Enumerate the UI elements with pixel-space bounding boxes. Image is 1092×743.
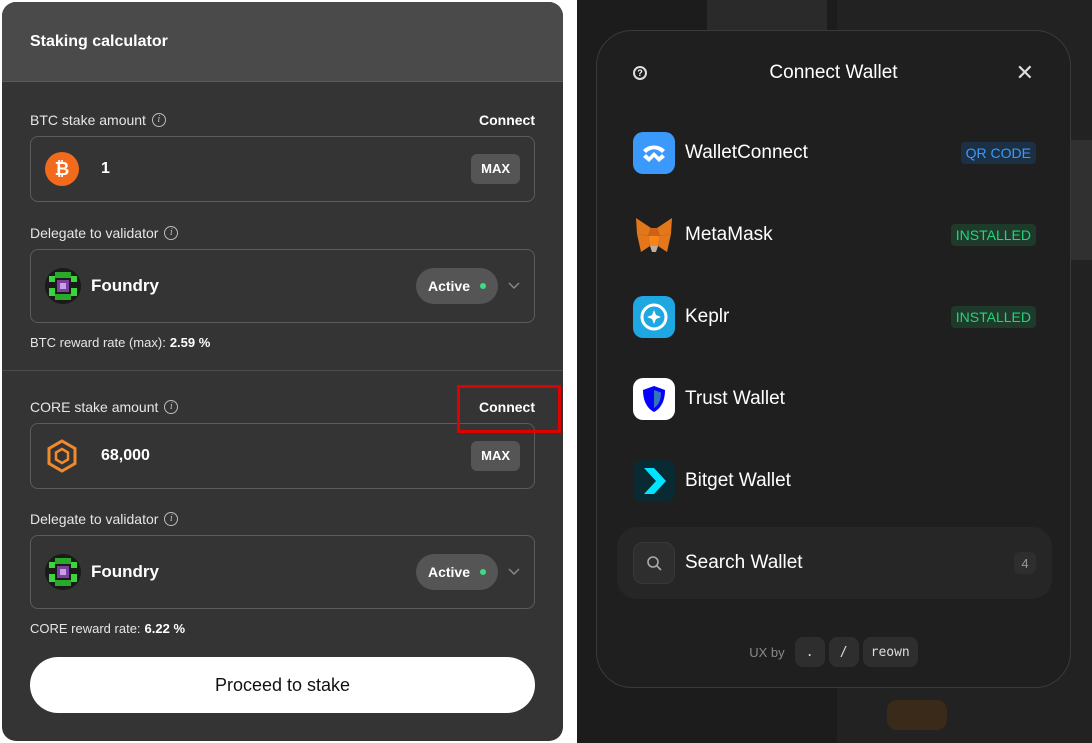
- core-section: CORE stake amount i Connect 68,000 MAX: [30, 385, 561, 489]
- foundry-avatar-icon: [45, 554, 81, 590]
- wallet-option-keplr[interactable]: Keplr INSTALLED: [617, 281, 1052, 353]
- core-validator-select[interactable]: Foundry Active: [30, 535, 535, 609]
- wallet-name: Bitget Wallet: [685, 470, 791, 491]
- status-dot-icon: [480, 283, 486, 289]
- divider: [2, 370, 563, 371]
- modal-title: Connect Wallet: [769, 62, 898, 83]
- calculator-title: Staking calculator: [30, 32, 168, 50]
- info-icon[interactable]: i: [164, 400, 179, 414]
- btc-section: BTC stake amount i Connect ₿ 1 MAX: [30, 110, 535, 202]
- connect-wallet-backdrop: ? Connect Wallet ✕ WalletConnect QR CODE: [577, 0, 1092, 743]
- core-stake-label: CORE stake amount: [30, 399, 159, 415]
- calculator-header: Staking calculator: [2, 2, 563, 82]
- wallet-option-metamask[interactable]: MetaMask INSTALLED: [617, 199, 1052, 271]
- core-delegate-label: Delegate to validator: [30, 511, 159, 527]
- wallet-option-walletconnect[interactable]: WalletConnect QR CODE: [617, 117, 1052, 189]
- core-validator-name: Foundry: [91, 562, 159, 581]
- bitcoin-icon: ₿: [45, 152, 79, 186]
- metamask-fox-icon: [633, 214, 675, 256]
- modal-footer: UX by . / reown: [597, 637, 1070, 667]
- chevron-down-icon[interactable]: [508, 565, 520, 579]
- status-badge: Active: [415, 268, 498, 304]
- wallet-name: Trust Wallet: [685, 388, 785, 409]
- btc-validator-name: Foundry: [91, 276, 159, 295]
- info-icon[interactable]: i: [164, 226, 179, 240]
- staking-calculator-panel: Staking calculator BTC stake amount i Co…: [2, 2, 563, 741]
- core-max-button[interactable]: MAX: [471, 441, 520, 471]
- core-hexagon-icon: [45, 439, 79, 473]
- status-dot-icon: [480, 569, 486, 575]
- search-icon: [633, 542, 675, 584]
- chevron-down-icon[interactable]: [508, 279, 520, 293]
- qr-code-tag: QR CODE: [960, 142, 1036, 164]
- btc-connect-button[interactable]: Connect: [479, 112, 535, 128]
- btc-delegate-section: Delegate to validator i Foundry Active B…: [30, 223, 535, 350]
- info-icon[interactable]: i: [151, 113, 166, 127]
- btc-max-button[interactable]: MAX: [471, 154, 520, 184]
- keplr-icon: [633, 296, 675, 338]
- core-amount-value[interactable]: 68,000: [101, 447, 471, 465]
- btc-reward-rate: BTC reward rate (max): 2.59 %: [30, 335, 211, 350]
- bitget-icon: [633, 460, 675, 502]
- proceed-to-stake-button[interactable]: Proceed to stake: [30, 657, 535, 713]
- btc-stake-label: BTC stake amount: [30, 112, 146, 128]
- core-delegate-section: Delegate to validator i Foundry Active C…: [30, 509, 535, 636]
- btc-amount-value[interactable]: 1: [101, 160, 471, 178]
- btc-validator-select[interactable]: Foundry Active: [30, 249, 535, 323]
- ux-by-label: UX by: [749, 644, 785, 660]
- wallet-count-badge: 4: [1014, 552, 1036, 574]
- core-reward-rate: CORE reward rate: 6.22 %: [30, 621, 186, 636]
- wallet-option-trust-wallet[interactable]: Trust Wallet: [617, 363, 1052, 435]
- reown-logo-dot[interactable]: .: [794, 637, 825, 667]
- status-label: Active: [427, 278, 470, 294]
- status-badge: Active: [415, 554, 498, 590]
- trust-shield-icon: [633, 378, 675, 420]
- search-wallet-button[interactable]: Search Wallet 4: [617, 527, 1052, 599]
- wallet-name: WalletConnect: [685, 142, 808, 163]
- reown-logo-text[interactable]: reown: [862, 637, 918, 667]
- wallet-name: MetaMask: [685, 224, 773, 245]
- wallet-name: Keplr: [685, 306, 730, 327]
- btc-delegate-label: Delegate to validator: [30, 225, 159, 241]
- installed-tag: INSTALLED: [950, 306, 1036, 328]
- core-connect-button[interactable]: Connect: [457, 385, 561, 433]
- search-wallet-label: Search Wallet: [685, 552, 803, 573]
- reown-logo-slash[interactable]: /: [828, 637, 859, 667]
- installed-tag: INSTALLED: [950, 224, 1036, 246]
- btc-amount-field[interactable]: ₿ 1 MAX: [30, 136, 535, 202]
- close-icon[interactable]: ✕: [1016, 61, 1034, 85]
- connect-wallet-modal: ? Connect Wallet ✕ WalletConnect QR CODE: [596, 30, 1071, 688]
- walletconnect-icon: [633, 132, 675, 174]
- wallet-option-bitget-wallet[interactable]: Bitget Wallet: [617, 445, 1052, 517]
- foundry-avatar-icon: [45, 268, 81, 304]
- status-label: Active: [427, 564, 470, 580]
- info-icon[interactable]: i: [164, 512, 179, 526]
